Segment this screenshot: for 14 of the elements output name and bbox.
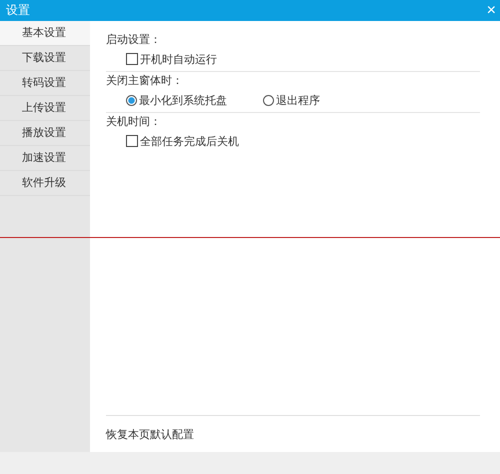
section-title: 关闭主窗体时：: [106, 73, 184, 89]
section-title: 关机时间：: [106, 114, 162, 130]
radio-button[interactable]: [126, 94, 137, 106]
checkbox-option[interactable]: 开机时自动运行: [126, 52, 217, 66]
checkbox[interactable]: [126, 135, 138, 147]
section-title: 启动设置：: [106, 32, 162, 48]
option-label: 开机时自动运行: [140, 52, 217, 66]
radio-button[interactable]: [263, 94, 274, 106]
option-label: 退出程序: [276, 92, 320, 108]
checkbox[interactable]: [126, 53, 138, 65]
radio-option[interactable]: 退出程序: [263, 92, 320, 108]
restore-defaults-link[interactable]: 恢复本页默认配置: [106, 426, 194, 442]
window-title: 设置: [6, 2, 30, 19]
sidebar-item[interactable]: 基本设置: [0, 21, 90, 46]
